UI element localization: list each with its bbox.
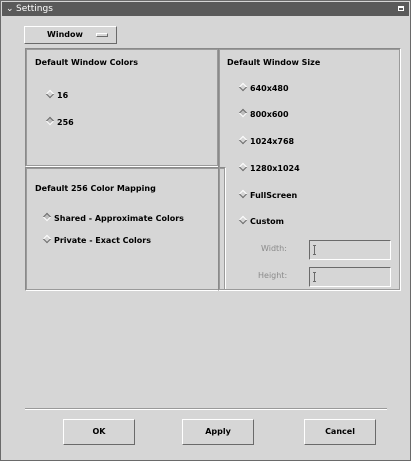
- color-mapping-frame: Default 256 Color Mapping Shared - Appro…: [25, 167, 226, 291]
- radio-label: Shared - Approximate Colors: [54, 214, 184, 223]
- settings-window: ⌄ Settings Window Default Window Colors …: [0, 0, 411, 461]
- radio-indicator-icon: [238, 215, 248, 225]
- window-colors-frame: Default Window Colors 16 256: [25, 48, 219, 167]
- radio-label: 800x600: [250, 110, 289, 119]
- size-radio-1024x768[interactable]: 1024x768: [238, 135, 295, 147]
- color-mapping-title: Default 256 Color Mapping: [35, 184, 156, 193]
- text-cursor-icon: [313, 272, 316, 282]
- text-cursor-icon: [313, 245, 316, 255]
- window-size-frame: Default Window Size 640x480 800x600 1024…: [218, 48, 401, 291]
- mapping-radio-private[interactable]: Private - Exact Colors: [42, 234, 151, 246]
- size-radio-fullscreen[interactable]: FullScreen: [238, 189, 298, 201]
- size-radio-1280x1024[interactable]: 1280x1024: [238, 162, 300, 174]
- height-field[interactable]: [309, 267, 391, 287]
- radio-label: FullScreen: [250, 191, 298, 200]
- mapping-radio-shared[interactable]: Shared - Approximate Colors: [42, 212, 184, 224]
- separator-highlight: [25, 409, 387, 410]
- radio-indicator-icon: [238, 135, 248, 145]
- radio-label: Private - Exact Colors: [54, 236, 151, 245]
- radio-indicator-icon: [45, 116, 55, 126]
- height-label: Height:: [258, 271, 288, 280]
- chevron-down-icon[interactable]: ⌄: [6, 2, 14, 16]
- option-menu-indicator-icon: [96, 33, 108, 37]
- radio-label: Custom: [250, 217, 284, 226]
- radio-indicator-icon: [238, 82, 248, 92]
- radio-label: 1280x1024: [250, 164, 300, 173]
- radio-indicator-icon: [238, 162, 248, 172]
- width-field[interactable]: [309, 240, 391, 260]
- colors-radio-16[interactable]: 16: [45, 89, 69, 101]
- window-colors-title: Default Window Colors: [35, 58, 138, 67]
- category-selected-label: Window: [47, 30, 83, 39]
- radio-label: 1024x768: [250, 137, 295, 146]
- width-label: Width:: [261, 244, 287, 253]
- size-radio-640x480[interactable]: 640x480: [238, 82, 289, 94]
- size-radio-800x600[interactable]: 800x600: [238, 108, 289, 120]
- maximize-icon[interactable]: [398, 6, 404, 11]
- radio-indicator-icon: [42, 212, 52, 222]
- window-title: Settings: [16, 4, 53, 14]
- radio-indicator-icon: [42, 234, 52, 244]
- ok-button[interactable]: OK: [63, 419, 135, 445]
- title-bar: ⌄ Settings: [2, 2, 409, 16]
- apply-button[interactable]: Apply: [182, 419, 254, 445]
- radio-label: 640x480: [250, 84, 289, 93]
- radio-label: 256: [57, 118, 74, 127]
- category-option-menu[interactable]: Window: [24, 26, 117, 44]
- radio-indicator-icon: [45, 89, 55, 99]
- colors-radio-256[interactable]: 256: [45, 116, 74, 128]
- radio-indicator-icon: [238, 189, 248, 199]
- size-radio-custom[interactable]: Custom: [238, 215, 284, 227]
- radio-label: 16: [57, 91, 69, 100]
- window-size-title: Default Window Size: [227, 58, 321, 67]
- cancel-button[interactable]: Cancel: [304, 419, 376, 445]
- radio-indicator-icon: [238, 108, 248, 118]
